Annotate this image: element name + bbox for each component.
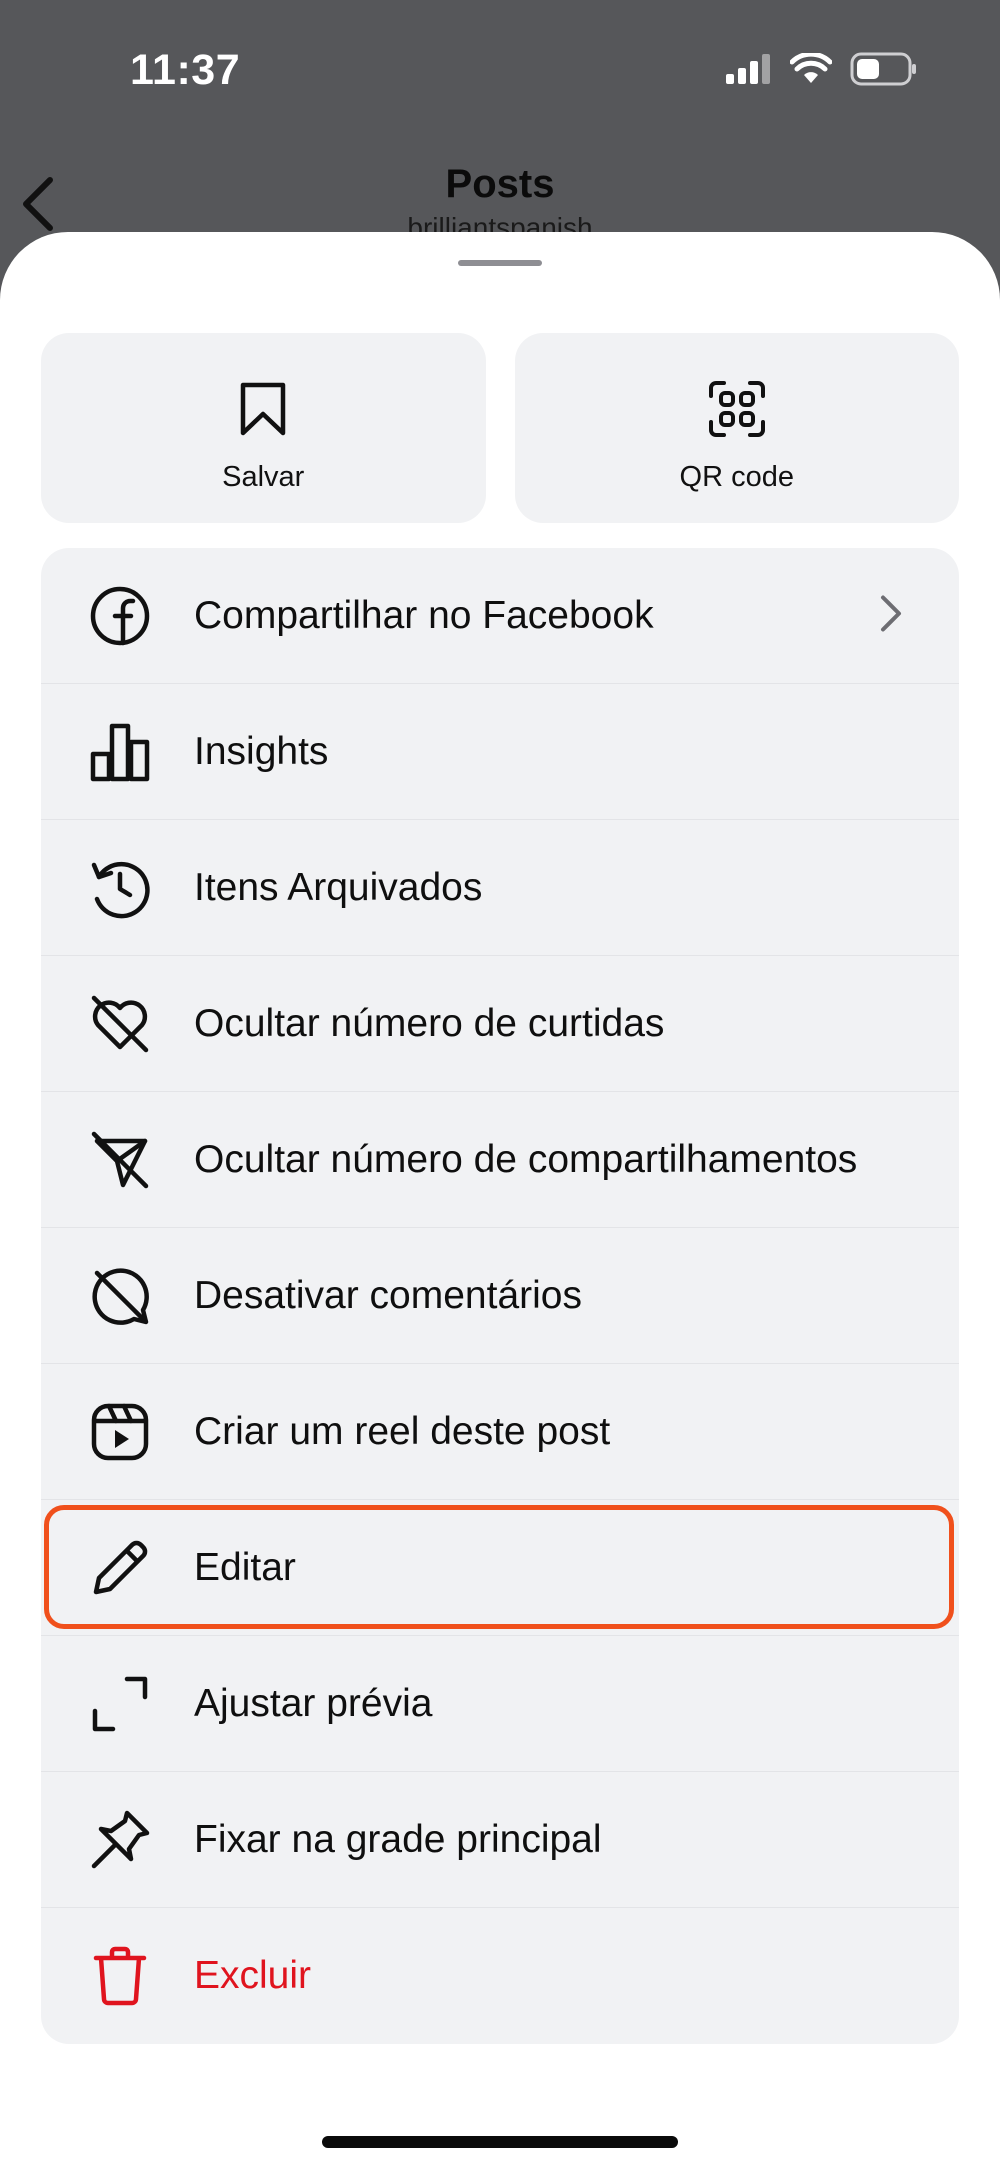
insights-icon [89, 721, 151, 783]
page-subtitle: brilliantspanish [407, 212, 593, 234]
menu-item-pin-to-grid[interactable]: Fixar na grade principal [41, 1772, 959, 1908]
sheet-grabber[interactable] [458, 260, 542, 266]
menu-item-adjust-preview[interactable]: Ajustar prévia [41, 1636, 959, 1772]
menu-item-label: Excluir [194, 1954, 312, 1997]
menu-item-insights[interactable]: Insights [41, 684, 959, 820]
menu-item-disable-comments[interactable]: Desativar comentários [41, 1228, 959, 1364]
page-title: Posts [445, 162, 555, 206]
menu-item-delete[interactable]: Excluir [41, 1908, 959, 2044]
options-sheet: Salvar QR code Compartilhar no Facebook … [0, 232, 1000, 2168]
menu-item-archived[interactable]: Itens Arquivados [41, 820, 959, 956]
menu-item-label: Ocultar número de curtidas [194, 1001, 665, 1045]
save-label: Salvar [222, 461, 305, 493]
screen: 11:37 Posts brilliantspanish Salvar QR c… [0, 0, 1000, 2168]
reel-icon [89, 1401, 151, 1463]
battery-icon [850, 52, 918, 91]
status-icons [726, 51, 918, 91]
menu-item-label: Compartilhar no Facebook [194, 593, 654, 637]
qr-code-label: QR code [679, 461, 794, 493]
menu-item-create-reel[interactable]: Criar um reel deste post [41, 1364, 959, 1500]
options-menu: Compartilhar no Facebook Insights Itens … [41, 548, 959, 2044]
menu-item-label: Ocultar número de compartilhamentos [194, 1137, 858, 1181]
bookmark-icon [239, 379, 287, 439]
wifi-icon [789, 51, 833, 90]
heart-off-icon [89, 993, 151, 1055]
save-button[interactable]: Salvar [41, 333, 486, 523]
facebook-icon [89, 585, 151, 647]
menu-item-edit[interactable]: Editar [41, 1500, 959, 1636]
menu-item-label: Insights [194, 729, 329, 773]
menu-item-label: Fixar na grade principal [194, 1817, 602, 1861]
comment-off-icon [89, 1265, 151, 1327]
edit-highlight-outline [44, 1505, 954, 1629]
status-bar: 11:37 [0, 0, 1000, 150]
menu-item-label: Itens Arquivados [194, 865, 483, 909]
cellular-signal-icon [726, 54, 772, 89]
menu-item-label: Desativar comentários [194, 1273, 582, 1317]
menu-item-share-facebook[interactable]: Compartilhar no Facebook [41, 548, 959, 684]
trash-icon [89, 1945, 151, 2007]
menu-item-label: Editar [194, 1545, 296, 1589]
qr-code-button[interactable]: QR code [514, 333, 959, 523]
crop-icon [89, 1673, 151, 1735]
menu-item-label: Ajustar prévia [194, 1681, 433, 1725]
pin-icon [89, 1809, 151, 1871]
archive-history-icon [89, 857, 151, 919]
pencil-icon [89, 1537, 151, 1599]
menu-item-label: Criar um reel deste post [194, 1409, 611, 1453]
status-time: 11:37 [130, 46, 241, 94]
chevron-right-icon [879, 593, 903, 638]
share-off-icon [89, 1129, 151, 1191]
menu-item-hide-shares[interactable]: Ocultar número de compartilhamentos [41, 1092, 959, 1228]
qr-code-icon [708, 379, 766, 439]
quick-actions: Salvar QR code [41, 333, 959, 523]
menu-item-hide-likes[interactable]: Ocultar número de curtidas [41, 956, 959, 1092]
home-indicator [322, 2136, 678, 2148]
